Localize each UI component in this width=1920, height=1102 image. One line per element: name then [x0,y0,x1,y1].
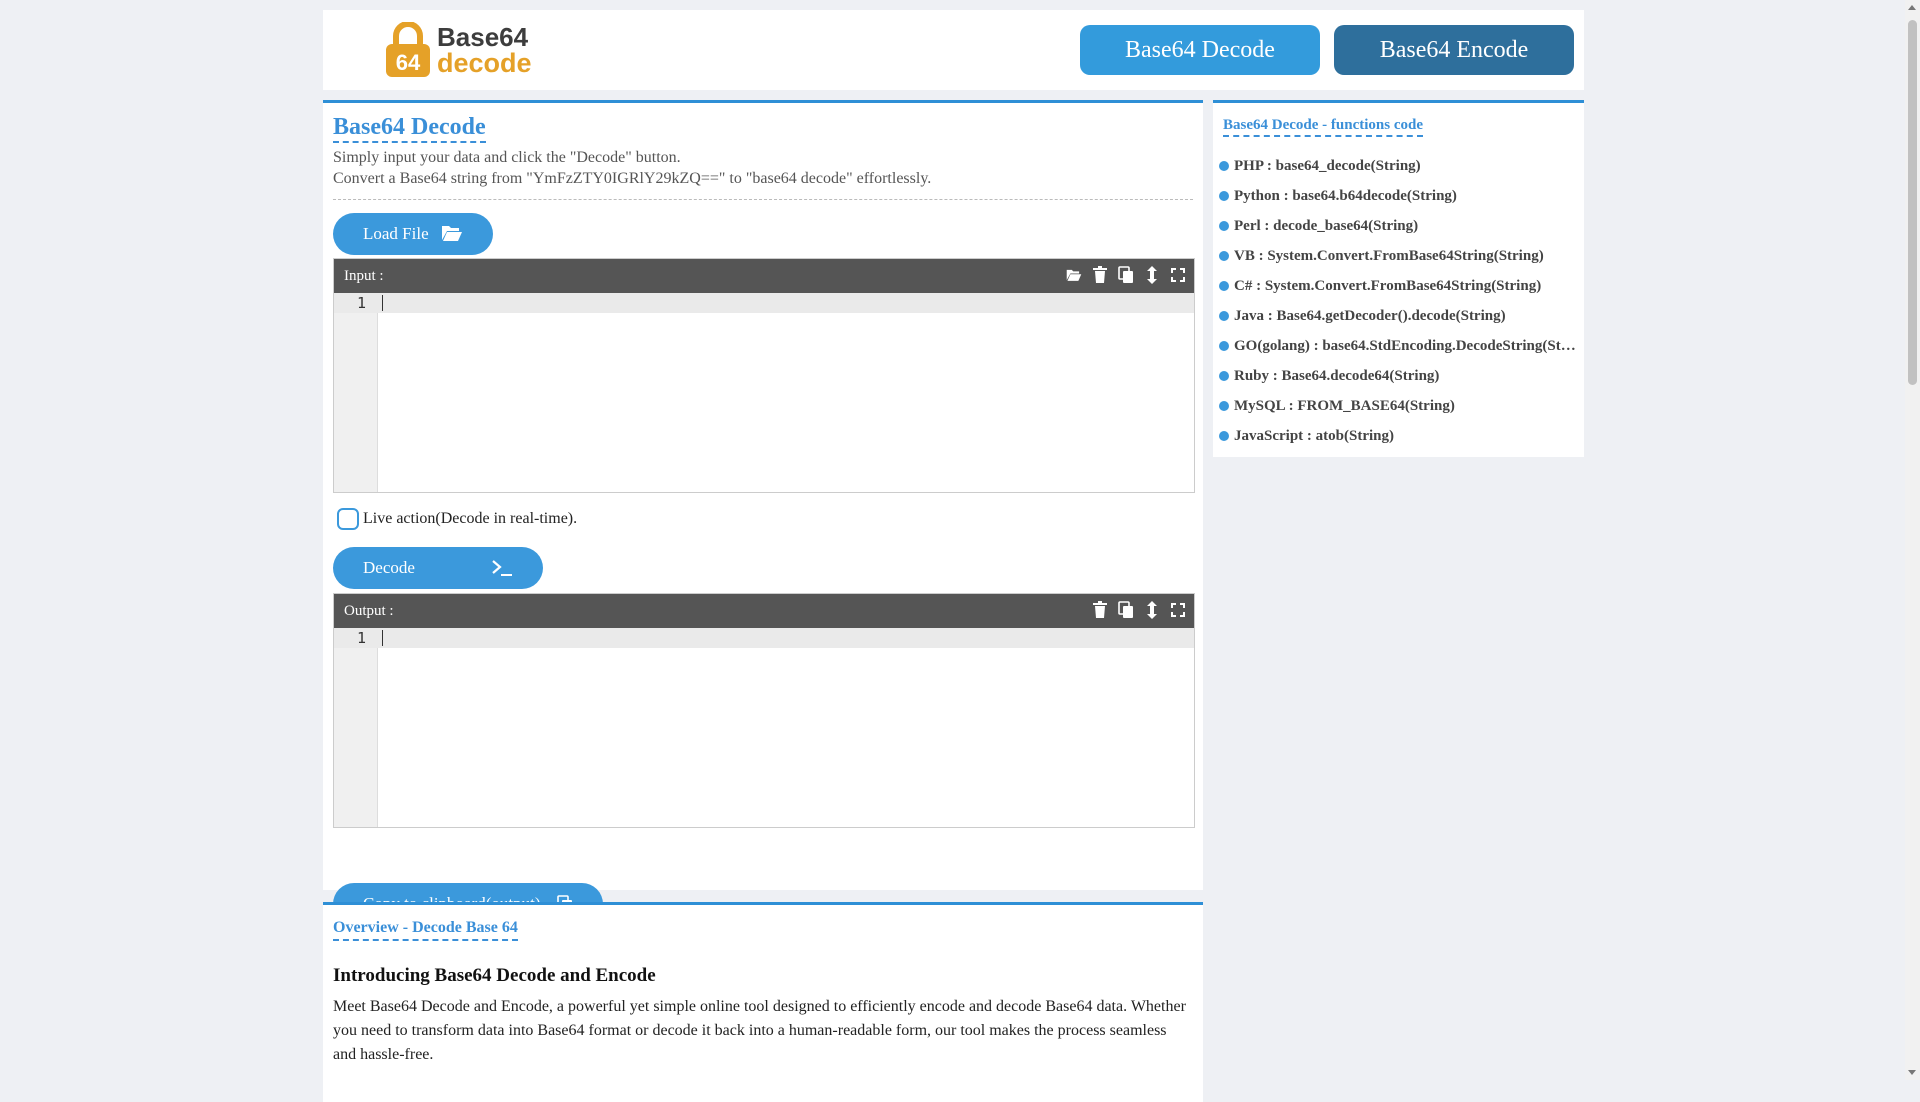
bullet-icon [1219,281,1229,291]
function-text: JavaScript : atob(String) [1234,427,1394,444]
live-action-checkbox[interactable] [337,508,359,530]
page-scrollbar[interactable] [1905,0,1920,1080]
list-item: Ruby : Base64.decode64(String) [1219,361,1579,391]
folder-open-icon[interactable] [1066,266,1082,284]
overview-paragraph: Meet Base64 Decode and Encode, a powerfu… [333,998,1186,1063]
bullet-icon [1219,251,1229,261]
decode-panel: Base64 Decode Simply input your data and… [323,100,1203,925]
decode-button[interactable]: Decode [333,547,543,589]
input-label: Input : [344,267,384,284]
list-item: C# : System.Convert.FromBase64String(Str… [1219,271,1579,301]
folder-open-icon [442,226,462,241]
overview-title[interactable]: Overview - Decode Base 64 [333,917,518,941]
function-text: MySQL : FROM_BASE64(String) [1234,397,1455,414]
list-item: GO(golang) : base64.StdEncoding.DecodeSt… [1219,331,1579,361]
function-text: GO(golang) : base64.StdEncoding.DecodeSt… [1234,337,1579,354]
input-tools [1066,266,1186,284]
trash-icon[interactable] [1092,266,1108,284]
expand-vertical-icon[interactable] [1144,266,1160,284]
input-toolbar: Input : [334,259,1194,293]
scrollbar-thumb[interactable] [1908,20,1917,385]
function-text: C# : System.Convert.FromBase64String(Str… [1234,277,1542,294]
list-item: Python : base64.b64decode(String) [1219,181,1579,211]
bullet-icon [1219,191,1229,201]
function-text: Ruby : Base64.decode64(String) [1234,367,1440,384]
page-title[interactable]: Base64 Decode [333,113,486,143]
logo-wordmark: Base64 decode [437,22,532,78]
function-text: Python : base64.b64decode(String) [1234,187,1457,204]
live-action-label: Live action(Decode in real-time). [363,510,578,527]
input-gutter [334,293,378,492]
output-active-line [334,628,1194,648]
live-action-toggle[interactable]: Live action(Decode in real-time). [337,508,577,530]
list-item: MySQL : FROM_BASE64(String) [1219,391,1579,421]
copy-icon[interactable] [1118,601,1134,619]
bullet-icon [1219,371,1229,381]
output-toolbar: Output : [334,594,1194,628]
bullet-icon [1219,161,1229,171]
bullet-icon [1219,221,1229,231]
overview-section: Overview - Decode Base 64 Introducing Ba… [323,902,1203,1102]
page-description: Simply input your data and click the "De… [333,147,931,189]
input-line-number: 1 [356,294,366,312]
list-item: Java : Base64.getDecoder().decode(String… [1219,301,1579,331]
scroll-up-icon[interactable] [1908,5,1916,10]
function-text: Perl : decode_base64(String) [1234,217,1419,234]
lock-icon: 64 [386,22,430,77]
copy-icon[interactable] [1118,266,1134,284]
input-editor[interactable]: Input : 1 [333,258,1195,493]
functions-panel: Base64 Decode - functions code PHP : bas… [1213,100,1584,457]
site-header: 64 Base64 decode Base64 Decode Base64 En… [323,10,1584,90]
function-text: PHP : base64_decode(String) [1234,157,1421,174]
bullet-icon [1219,341,1229,351]
divider [333,199,1193,200]
site-logo[interactable]: 64 Base64 decode [385,20,532,80]
functions-title[interactable]: Base64 Decode - functions code [1223,115,1423,137]
output-editor[interactable]: Output : 1 [333,593,1195,828]
output-gutter [334,628,378,827]
base64-decode-nav-button[interactable]: Base64 Decode [1080,25,1320,75]
function-text: VB : System.Convert.FromBase64String(Str… [1234,247,1544,264]
base64-encode-nav-button[interactable]: Base64 Encode [1334,25,1574,75]
trash-icon[interactable] [1092,601,1108,619]
list-item: PHP : base64_decode(String) [1219,151,1579,181]
function-text: Java : Base64.getDecoder().decode(String… [1234,307,1506,324]
input-cursor [382,295,383,311]
fullscreen-icon[interactable] [1170,266,1186,284]
list-item: Perl : decode_base64(String) [1219,211,1579,241]
overview-heading: Introducing Base64 Decode and Encode [333,965,656,986]
terminal-icon [492,560,512,576]
list-item: JavaScript : atob(String) [1219,421,1579,451]
logo-line2: decode [437,48,532,78]
bullet-icon [1219,311,1229,321]
load-file-label: Load File [363,224,429,243]
functions-list: PHP : base64_decode(String) Python : bas… [1219,151,1579,451]
fullscreen-icon[interactable] [1170,601,1186,619]
list-item: VB : System.Convert.FromBase64String(Str… [1219,241,1579,271]
output-label: Output : [344,602,394,619]
output-cursor [382,630,383,646]
logo-line1: Base64 [437,22,529,52]
logo-badge-text: 64 [396,50,421,75]
load-file-button[interactable]: Load File [333,213,493,255]
decode-label: Decode [363,558,415,577]
input-active-line [334,293,1194,313]
expand-vertical-icon[interactable] [1144,601,1160,619]
description-line-2: Convert a Base64 string from "YmFzZTY0IG… [333,170,932,187]
output-tools [1092,601,1186,619]
bullet-icon [1219,431,1229,441]
description-line-1: Simply input your data and click the "De… [333,149,681,166]
bullet-icon [1219,401,1229,411]
output-line-number: 1 [356,629,366,647]
scroll-down-icon[interactable] [1908,1070,1916,1075]
